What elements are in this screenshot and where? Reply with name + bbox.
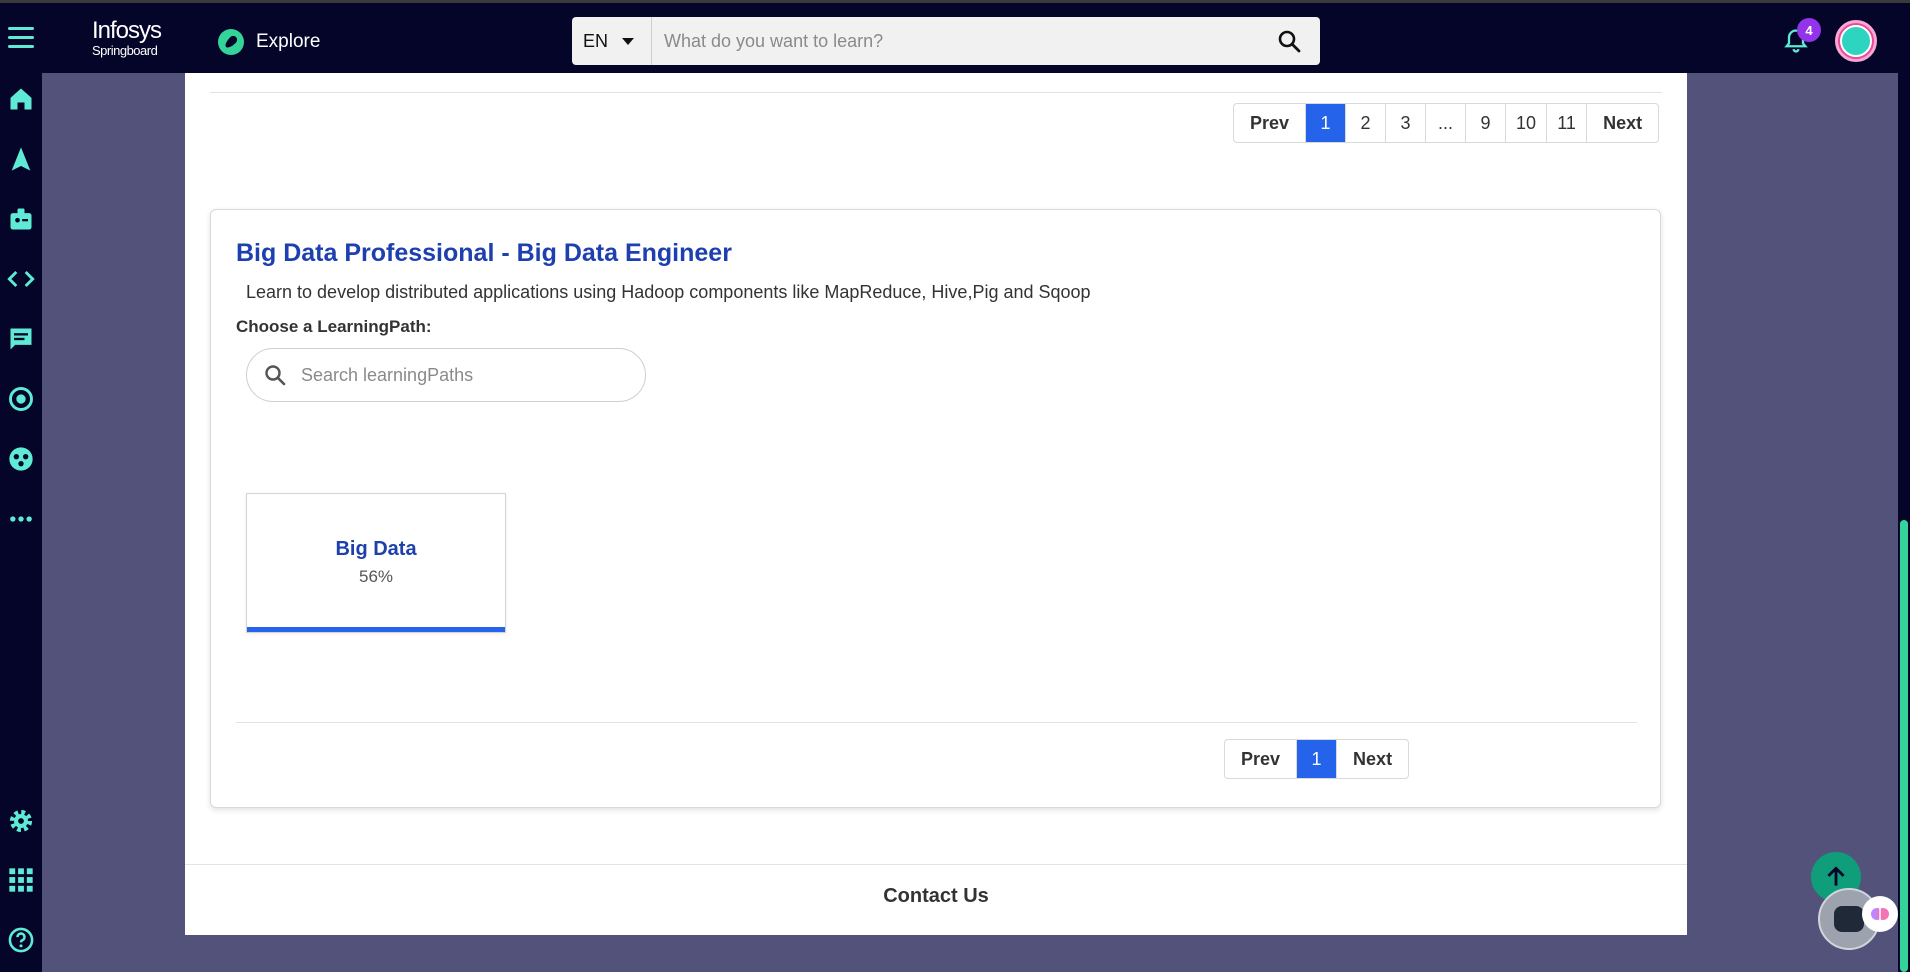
caret-down-icon: [622, 37, 635, 45]
course-card: Big Data Professional - Big Data Enginee…: [210, 209, 1661, 808]
help-icon[interactable]: [5, 924, 37, 956]
language-select[interactable]: EN: [572, 17, 652, 65]
next-page-button[interactable]: Next: [1337, 740, 1408, 778]
logo-line-2: Springboard: [92, 43, 158, 58]
navigate-icon[interactable]: [5, 143, 37, 175]
target-icon[interactable]: [5, 383, 37, 415]
page-button-11[interactable]: 11: [1547, 104, 1588, 142]
page-button-3[interactable]: 3: [1386, 104, 1427, 142]
home-icon[interactable]: [5, 83, 37, 115]
progress-fill: [247, 627, 505, 632]
scrollbar-thumb[interactable]: [1900, 520, 1908, 972]
learning-path-progress-bar: [247, 627, 505, 632]
page-button-9[interactable]: 9: [1466, 104, 1507, 142]
left-sidebar: [0, 73, 42, 972]
badge-icon[interactable]: [5, 203, 37, 235]
logo-line-1: Infosys: [92, 17, 162, 44]
top-pagination: Prev 1 2 3 ... 9 10 11 Next: [1233, 103, 1660, 143]
learning-path-name: Big Data: [335, 538, 417, 560]
brain-icon[interactable]: [1862, 896, 1898, 932]
explore-label: Explore: [256, 31, 321, 52]
settings-icon[interactable]: [5, 805, 37, 837]
prev-page-button[interactable]: Prev: [1225, 740, 1298, 778]
main-content-panel: Prev 1 2 3 ... 9 10 11 Next Big Data Pro…: [185, 73, 1687, 935]
user-avatar[interactable]: [1835, 20, 1877, 62]
global-search-bar: EN: [572, 17, 1320, 65]
apps-grid-icon[interactable]: [5, 864, 37, 896]
community-icon[interactable]: [5, 443, 37, 475]
page-button-2[interactable]: 2: [1346, 104, 1387, 142]
search-icon: [265, 365, 286, 386]
learning-path-search: [246, 348, 646, 402]
choose-learning-path-label: Choose a LearningPath:: [236, 317, 432, 336]
divider: [236, 722, 1637, 723]
footer-divider: [185, 864, 1687, 865]
search-button[interactable]: [1258, 17, 1320, 65]
page-ellipsis: ...: [1426, 104, 1467, 142]
next-page-button[interactable]: Next: [1587, 104, 1658, 142]
contact-us-link[interactable]: Contact Us: [185, 885, 1687, 908]
card-pagination: Prev 1 Next: [1224, 739, 1410, 779]
language-value: EN: [583, 30, 609, 51]
learning-path-tile[interactable]: Big Data 56%: [246, 493, 506, 633]
prev-page-button[interactable]: Prev: [1234, 104, 1307, 142]
menu-icon[interactable]: [8, 27, 34, 51]
chat-icon[interactable]: [5, 323, 37, 355]
top-navigation-bar: Infosys Springboard Explore EN 4: [0, 0, 1910, 73]
page-button-1[interactable]: 1: [1306, 104, 1347, 142]
arrow-up-icon: [1827, 866, 1845, 886]
notification-badge: 4: [1797, 18, 1821, 42]
compass-icon: [218, 29, 244, 55]
divider: [210, 92, 1662, 93]
infosys-springboard-logo[interactable]: Infosys Springboard: [92, 17, 162, 58]
global-search-input[interactable]: [652, 17, 1258, 65]
course-title: Big Data Professional - Big Data Enginee…: [236, 239, 732, 267]
learning-path-search-input[interactable]: [301, 364, 621, 386]
learning-path-progress-text: 56%: [358, 567, 394, 586]
page-button-1[interactable]: 1: [1297, 740, 1338, 778]
code-icon[interactable]: [5, 263, 37, 295]
more-icon[interactable]: [5, 503, 37, 535]
course-description: Learn to develop distributed application…: [246, 282, 1091, 302]
explore-button[interactable]: Explore: [218, 29, 320, 55]
avatar-image: [1840, 25, 1872, 57]
search-icon: [1278, 30, 1301, 53]
robot-icon: [1834, 906, 1864, 932]
page-button-10[interactable]: 10: [1506, 104, 1548, 142]
